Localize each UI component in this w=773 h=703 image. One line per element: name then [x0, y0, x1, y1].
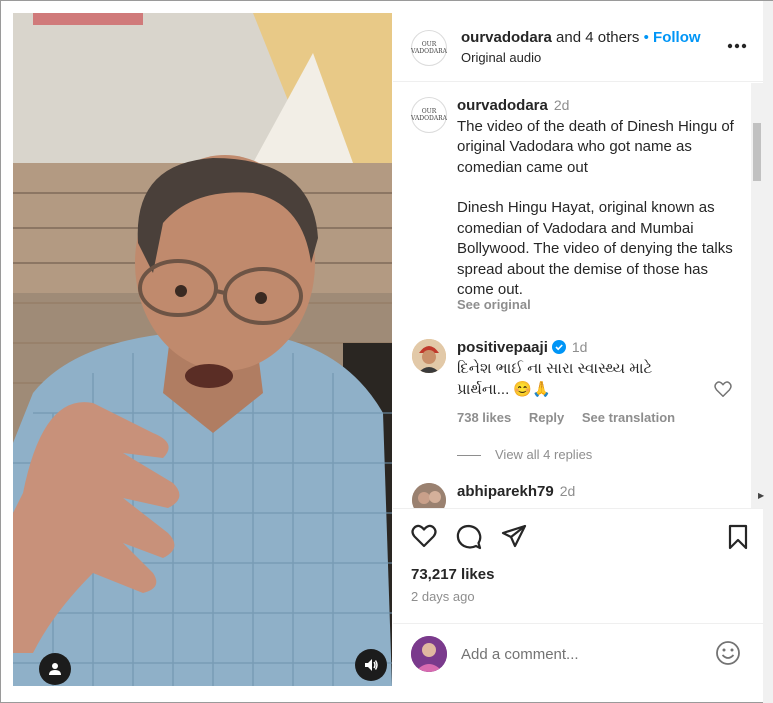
- smiley-icon[interactable]: [715, 640, 741, 666]
- caption-avatar[interactable]: OUR VADODARA: [411, 97, 447, 133]
- view-replies-button[interactable]: View all 4 replies: [457, 447, 592, 462]
- window-scrollbar[interactable]: [763, 1, 773, 703]
- avatar-image: [412, 483, 446, 508]
- post-modal: OUR VADODARA ourvadodara and 4 others • …: [0, 0, 773, 703]
- avatar-logo-text: OUR VADODARA: [411, 41, 447, 55]
- caption-username[interactable]: ourvadodara: [457, 97, 548, 114]
- comment-time: 1d: [571, 339, 588, 355]
- comment-header: positivepaaji 1d: [457, 339, 587, 356]
- reply-button[interactable]: Reply: [529, 410, 564, 425]
- owner-avatar[interactable]: OUR VADODARA: [411, 30, 447, 66]
- more-horizontal-icon[interactable]: [727, 43, 747, 49]
- follow-button[interactable]: Follow: [653, 29, 701, 46]
- avatar-image: [411, 636, 447, 672]
- see-original-link[interactable]: See original: [457, 297, 531, 312]
- post-side-panel: OUR VADODARA ourvadodara and 4 others • …: [393, 13, 763, 686]
- add-comment-bar: [393, 623, 763, 686]
- user-tag-icon: [49, 663, 61, 675]
- audio-toggle-button[interactable]: [355, 649, 387, 681]
- comments-scrollbar[interactable]: [751, 83, 763, 508]
- comment-username[interactable]: positivepaaji: [457, 339, 548, 356]
- comments-list[interactable]: OUR VADODARA ourvadodara 2d The video of …: [393, 83, 763, 508]
- post-caption: ourvadodara 2d The video of the death of …: [457, 95, 747, 301]
- see-translation-link[interactable]: See translation: [582, 410, 675, 425]
- comment-username[interactable]: abhiparekh79: [457, 483, 554, 500]
- caption-paragraph: Dinesh Hingu Hayat, original known as co…: [457, 199, 733, 298]
- post-timestamp[interactable]: 2 days ago: [411, 589, 475, 604]
- comment-header: abhiparekh79 2d: [457, 483, 575, 500]
- scroll-arrow-icon[interactable]: ▶: [758, 491, 764, 500]
- comment-time: 2d: [559, 483, 576, 499]
- bookmark-icon[interactable]: [727, 524, 749, 550]
- commenter-avatar[interactable]: [412, 339, 446, 373]
- commenter-avatar[interactable]: [412, 483, 446, 508]
- current-user-avatar: [411, 636, 447, 672]
- tagged-users-button[interactable]: [39, 653, 71, 685]
- post-header: OUR VADODARA ourvadodara and 4 others • …: [393, 13, 763, 82]
- speaker-icon: [365, 659, 378, 671]
- owner-username[interactable]: ourvadodara: [461, 29, 552, 46]
- comment-text: દિનેશ ભાઈ ના સારા સ્વાસ્થ્ય માટે પ્રાર્થ…: [457, 360, 653, 398]
- comment-input[interactable]: [461, 642, 701, 666]
- avatar-logo-text: OUR VADODARA: [411, 108, 447, 122]
- comment-bubble-icon[interactable]: [456, 524, 482, 550]
- post-video[interactable]: [13, 13, 392, 686]
- comment-likes[interactable]: 738 likes: [457, 410, 511, 425]
- audio-label[interactable]: Original audio: [461, 50, 541, 65]
- header-title: ourvadodara and 4 others • Follow: [461, 29, 701, 46]
- heart-icon[interactable]: [411, 524, 437, 548]
- avatar-image: [412, 339, 446, 373]
- post-actions: 73,217 likes 2 days ago: [393, 508, 763, 623]
- heart-icon[interactable]: [714, 381, 732, 397]
- video-frame-illustration: [13, 13, 392, 686]
- comment-meta: 738 likes Reply See translation: [457, 410, 689, 425]
- likes-count[interactable]: 73,217 likes: [411, 566, 494, 583]
- caption-paragraph: The video of the death of Dinesh Hingu o…: [457, 117, 734, 176]
- paper-plane-icon[interactable]: [501, 524, 527, 548]
- scrollbar-thumb[interactable]: [753, 123, 761, 181]
- view-replies-label: View all 4 replies: [495, 447, 593, 462]
- caption-time: 2d: [553, 97, 570, 113]
- collaborators-link[interactable]: and 4 others: [556, 29, 639, 46]
- verified-badge-icon: [551, 340, 566, 354]
- header-separator: •: [643, 29, 649, 46]
- replies-divider: [457, 455, 481, 457]
